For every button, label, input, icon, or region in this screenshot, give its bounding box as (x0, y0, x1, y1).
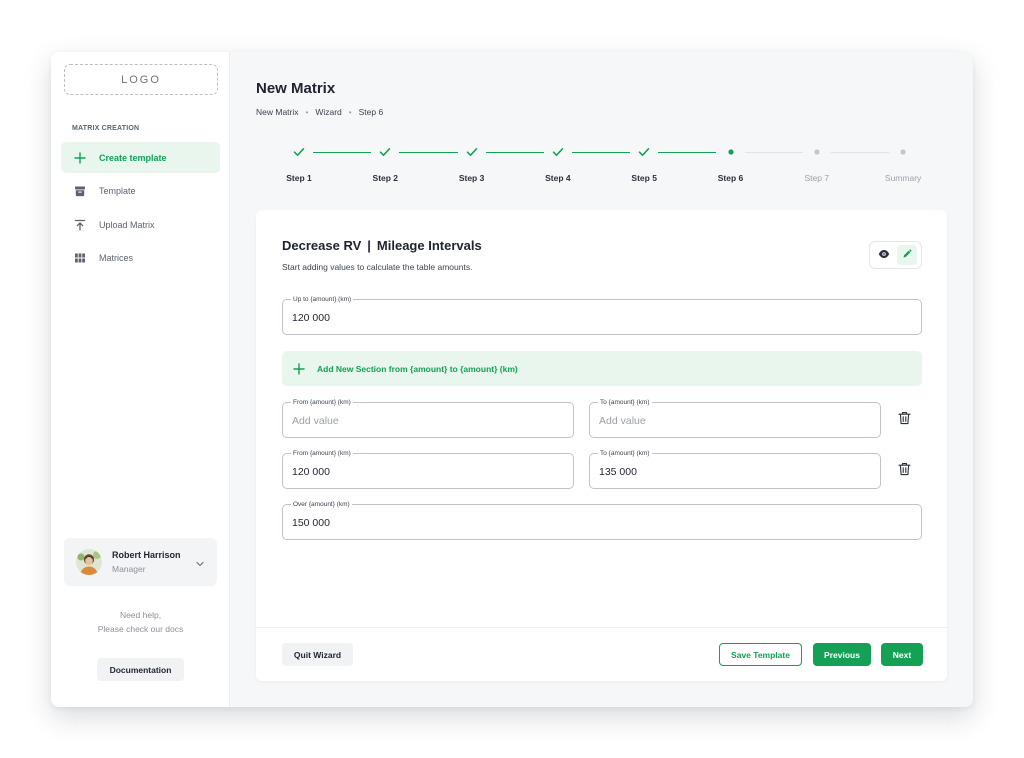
from-field[interactable]: From {amount} (km) 120 000 (282, 449, 574, 489)
sidebar-item-upload-matrix[interactable]: Upload Matrix (61, 209, 220, 240)
pencil-icon (902, 246, 912, 264)
sidebar-item-label: Matrices (99, 253, 134, 263)
help-text: Need help, Please check our docs (51, 608, 230, 636)
delete-row-button[interactable] (895, 462, 913, 480)
card-subtitle: Start adding values to calculate the tab… (282, 262, 473, 272)
to-label: To {amount} (km) (598, 449, 652, 458)
pending-step-dot (792, 142, 842, 162)
card-title: Decrease RV | Mileage Intervals (282, 238, 482, 253)
breadcrumb-separator: • (305, 107, 309, 117)
over-label: Over {amount} (km) (291, 500, 352, 509)
step-label: Step 1 (286, 173, 312, 183)
help-line-1: Need help, (119, 610, 162, 620)
wizard-stepper: Step 1 Step 2 Step 3 Step 4 Step 5 Step 6 Step… (256, 142, 946, 184)
check-icon (360, 142, 410, 162)
upload-icon (73, 218, 87, 232)
plus-icon (293, 362, 305, 375)
trash-icon (897, 411, 911, 430)
to-field[interactable]: To {amount} (km) 135 000 (589, 449, 881, 489)
breadcrumb: New Matrix • Wizard • Step 6 (256, 107, 383, 117)
from-label: From {amount} (km) (291, 398, 353, 407)
check-icon (533, 142, 583, 162)
step-label: Step 3 (458, 173, 485, 183)
next-button[interactable]: Next (881, 643, 923, 666)
sidebar-item-create-template[interactable]: Create template (61, 142, 220, 173)
page-title: New Matrix (256, 80, 336, 97)
chevron-down-icon (195, 556, 205, 574)
sidebar-item-label: Upload Matrix (99, 219, 155, 230)
check-icon (619, 142, 669, 162)
documentation-button[interactable]: Documentation (97, 658, 184, 681)
logo-placeholder: LOGO (64, 64, 218, 95)
card-title-main: Decrease RV (282, 238, 362, 253)
to-value: 135 000 (599, 466, 637, 478)
over-field[interactable]: Over {amount} (km) 150 000 (282, 500, 922, 540)
footer-divider (256, 627, 947, 628)
save-template-button[interactable]: Save Template (719, 643, 802, 666)
step-label: Step 7 (804, 173, 830, 183)
up-to-label: Up to {amount} (km) (291, 295, 354, 304)
user-name: Robert Harrison (112, 550, 181, 560)
step-label: Summary (884, 173, 922, 183)
app-window: LOGO MATRIX CREATION Create template Tem… (51, 52, 973, 707)
user-role: Manager (112, 564, 146, 574)
edit-toggle-button[interactable] (896, 245, 917, 265)
eye-icon (878, 246, 890, 264)
breadcrumb-item-wizard[interactable]: Wizard (315, 107, 341, 117)
from-field[interactable]: From {amount} (km) Add value (282, 398, 574, 438)
add-new-section-button[interactable]: Add New Section from {amount} to {amount… (282, 351, 922, 386)
form-card: Decrease RV | Mileage Intervals Start addi… (256, 210, 947, 681)
archive-icon (73, 184, 87, 198)
previous-button[interactable]: Previous (813, 643, 871, 666)
current-step-dot (706, 142, 756, 162)
sidebar-item-label: Create template (99, 152, 167, 163)
to-label: To {amount} (km) (598, 398, 652, 407)
sidebar: LOGO MATRIX CREATION Create template Tem… (51, 52, 230, 707)
breadcrumb-item-new-matrix[interactable]: New Matrix (256, 107, 299, 117)
over-value: 150 000 (292, 517, 330, 529)
step-label: Step 4 (545, 173, 571, 183)
avatar (76, 549, 102, 575)
grid-icon (73, 251, 87, 265)
sidebar-item-label: Template (99, 186, 136, 196)
sidebar-nav: Create template Template Upload Matrix M… (61, 142, 220, 276)
check-icon (447, 142, 497, 162)
help-line-2: Please check our docs (97, 624, 184, 634)
pending-step-dot (878, 142, 928, 162)
delete-row-button[interactable] (895, 411, 913, 429)
sidebar-item-template[interactable]: Template (61, 176, 220, 207)
to-field[interactable]: To {amount} (km) Add value (589, 398, 881, 438)
up-to-value: 120 000 (292, 312, 330, 324)
preview-toggle-button[interactable] (874, 245, 894, 265)
from-value: 120 000 (292, 466, 330, 478)
from-placeholder: Add value (292, 415, 339, 427)
card-title-section: Mileage Intervals (376, 238, 482, 253)
sidebar-section-label: MATRIX CREATION (72, 125, 140, 132)
step-label: Step 2 (372, 173, 399, 183)
step-label: Step 5 (631, 173, 657, 183)
breadcrumb-item-step-6: Step 6 (358, 107, 384, 117)
user-menu[interactable]: Robert Harrison Manager (64, 538, 217, 586)
up-to-field[interactable]: Up to {amount} (km) 120 000 (282, 295, 922, 335)
check-icon (274, 142, 324, 162)
card-title-separator: | (367, 238, 371, 253)
view-mode-toggle (869, 241, 922, 269)
step-label: Step 6 (717, 173, 744, 183)
to-placeholder: Add value (599, 415, 646, 427)
sidebar-item-matrices[interactable]: Matrices (61, 243, 220, 274)
breadcrumb-separator: • (348, 107, 352, 117)
from-label: From {amount} (km) (291, 449, 353, 458)
plus-icon (73, 151, 87, 165)
quit-wizard-button[interactable]: Quit Wizard (282, 643, 353, 666)
add-new-section-label: Add New Section from {amount} to {amount… (317, 363, 518, 374)
trash-icon (897, 462, 911, 481)
